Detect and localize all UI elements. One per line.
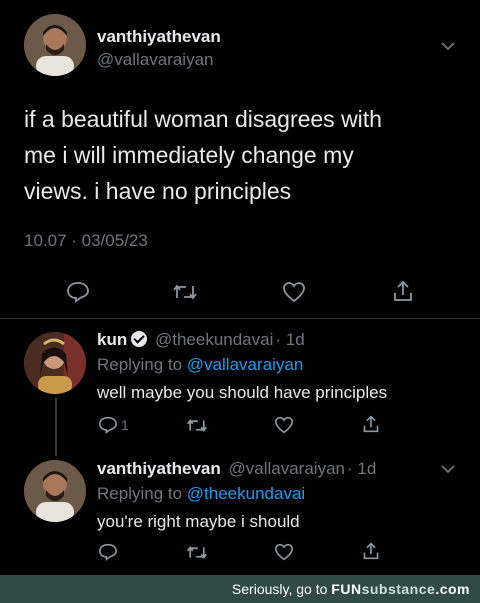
replying-to-prefix: Replying to [97,484,183,503]
replying-to: Replying to @vallavaraiyan [97,355,303,375]
reply-count: 1 [121,417,129,433]
divider [0,318,480,319]
thread-line [55,398,57,456]
comment-icon[interactable] [98,543,118,561]
reply-time[interactable]: · 1d [347,459,376,478]
comment-icon[interactable] [98,416,118,434]
tweet-text-line: me i will immediately change my [24,142,354,168]
author-handle[interactable]: @vallavaraiyan [97,50,213,70]
share-icon[interactable] [392,279,414,303]
reply-text: well maybe you should have principles [97,383,388,402]
chevron-down-icon[interactable] [440,40,456,52]
replying-to-link[interactable]: @theekundavai [187,484,305,503]
avatar[interactable] [24,332,86,394]
brand-fun: FUN [331,581,362,597]
avatar[interactable] [24,14,86,76]
like-icon[interactable] [274,416,294,434]
replying-to-prefix: Replying to [97,355,183,374]
reply-time[interactable]: · 1d [275,330,304,349]
share-icon[interactable] [362,414,380,434]
brand-com: .com [435,581,470,597]
reply-author-name[interactable]: kun [97,330,127,349]
retweet-icon[interactable] [186,544,208,561]
tweet-text: if a beautiful woman disagrees with me i… [24,101,382,209]
verified-icon [131,331,148,347]
tweet-text-line: views. i have no principles [24,178,292,204]
reply-author-name[interactable]: vanthiyathevan [97,459,221,478]
avatar[interactable] [24,460,86,522]
tweet-timestamp[interactable]: 10.07 · 03/05/23 [24,231,148,251]
reply-header: vanthiyathevan @vallavaraiyan · 1d [97,459,376,479]
watermark-footer: Seriously, go to FUNsubstance.com [0,575,480,603]
like-icon[interactable] [282,281,306,303]
chevron-down-icon[interactable] [440,463,456,475]
reply-header: kun @theekundavai · 1d [97,330,305,350]
author-name[interactable]: vanthiyathevan [97,27,221,47]
reply-author-handle[interactable]: @theekundavai [155,330,273,349]
funsubstance-logo[interactable]: FUNsubstance.com [331,581,470,597]
share-icon[interactable] [362,541,380,561]
replying-to-link[interactable]: @vallavaraiyan [187,355,303,374]
watermark-prefix: Seriously, go to [231,581,328,597]
tweet-text-line: if a beautiful woman disagrees with [24,106,382,132]
retweet-icon[interactable] [186,417,208,434]
reply-text: you're right maybe i should [97,512,300,531]
like-icon[interactable] [274,543,294,561]
watermark-text: Seriously, go to FUNsubstance.com [232,581,470,597]
brand-sub: substance [361,581,436,597]
reply-author-handle[interactable]: @vallavaraiyan [229,459,345,478]
retweet-icon[interactable] [172,282,198,302]
comment-icon[interactable] [66,281,90,303]
replying-to: Replying to @theekundavai [97,484,305,504]
